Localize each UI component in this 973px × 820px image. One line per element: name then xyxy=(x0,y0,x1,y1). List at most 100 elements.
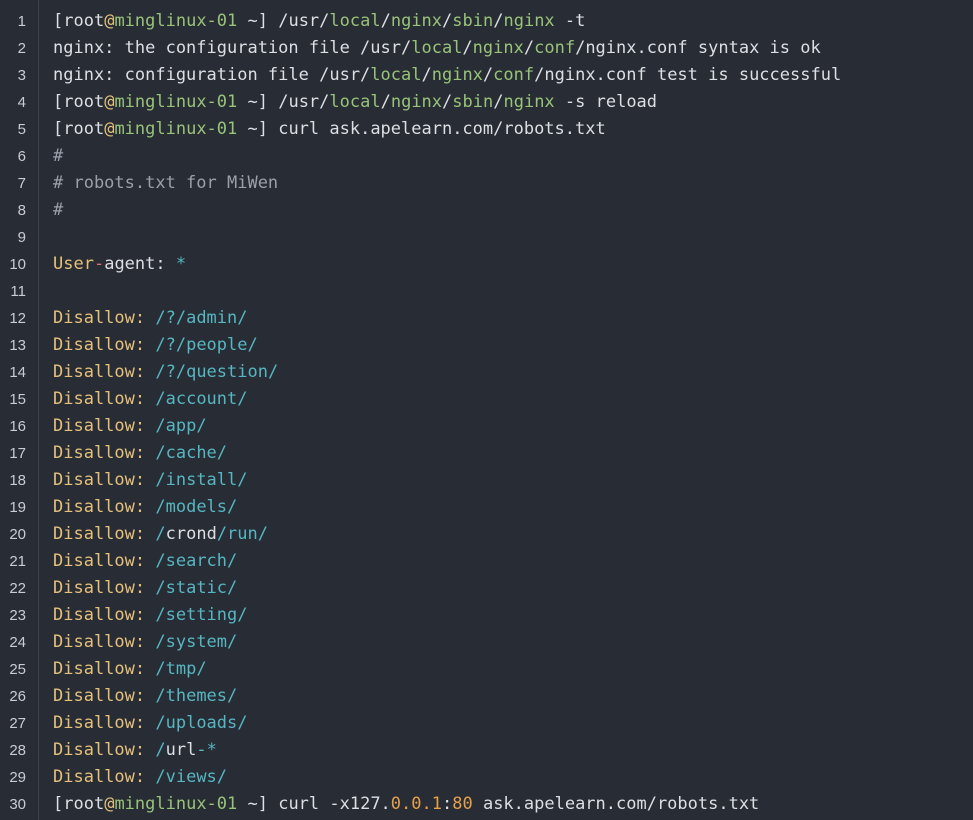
code-token: ~] xyxy=(237,92,279,112)
code-token: /views/ xyxy=(155,767,228,787)
code-token: /run/ xyxy=(216,524,268,544)
code-token: /app/ xyxy=(155,416,207,436)
code-token: Disallow: xyxy=(53,659,146,679)
code-token: url xyxy=(165,740,197,760)
code-token: User xyxy=(53,254,94,274)
code-token: nginx.conf test is successful xyxy=(544,65,842,85)
code-token: @ xyxy=(104,119,115,139)
code-text: Disallow: /cache/ xyxy=(53,440,227,467)
code-token: / xyxy=(523,38,535,58)
code-token: ~] xyxy=(237,11,279,31)
code-token: nginx xyxy=(390,92,443,112)
code-token: /system/ xyxy=(155,632,238,652)
code-token: /setting/ xyxy=(155,605,248,625)
code-text: Disallow: /tmp/ xyxy=(53,656,207,683)
code-token: minglinux-01 xyxy=(114,92,238,112)
line-number: 16 xyxy=(9,418,26,435)
code-token: Disallow: xyxy=(53,416,146,436)
code-editor[interactable]: 1 [root@minglinux-01 ~] /usr/local/nginx/… xyxy=(0,0,973,820)
code-token: [root xyxy=(53,11,105,31)
code-token: /models/ xyxy=(155,497,238,517)
code-token: conf xyxy=(534,38,576,58)
line-number: 17 xyxy=(9,445,26,462)
code-text: Disallow: /themes/ xyxy=(53,683,237,710)
code-token: Disallow: xyxy=(53,443,146,463)
line-number: 4 xyxy=(17,94,26,111)
code-text: Disallow: /?/people/ xyxy=(53,332,258,359)
code-token: ~] curl ask.apelearn.com/robots.txt xyxy=(237,119,606,139)
code-token: Disallow: xyxy=(53,605,146,625)
code-token: Disallow: xyxy=(53,470,146,490)
code-token: Disallow: xyxy=(53,335,146,355)
code-text: [root@minglinux-01 ~] curl ask.apelearn.… xyxy=(53,116,606,143)
code-token: Disallow: xyxy=(53,308,146,328)
code-token: @ xyxy=(104,794,115,814)
code-token: nginx.conf syntax is ok xyxy=(585,38,821,58)
line-number: 25 xyxy=(9,661,26,678)
line-number: 7 xyxy=(17,175,26,192)
line-number: 14 xyxy=(9,364,26,381)
line-number: 6 xyxy=(17,148,26,165)
code-token: Disallow: xyxy=(53,767,146,787)
code-text: User-agent: * xyxy=(53,251,186,278)
line-number: 27 xyxy=(9,715,26,732)
code-token: -s reload xyxy=(554,92,658,112)
code-text: nginx: configuration file /usr/local/ngi… xyxy=(53,62,841,89)
code-text: Disallow: /system/ xyxy=(53,629,237,656)
code-token: / xyxy=(380,92,391,112)
code-token: Disallow: xyxy=(53,389,146,409)
line-number: 22 xyxy=(9,580,26,597)
line-number: 2 xyxy=(17,40,26,57)
code-token: [root xyxy=(53,794,105,814)
code-token: # xyxy=(53,146,64,166)
code-text: nginx: the configuration file /usr/local… xyxy=(53,35,821,62)
code-token: Disallow: xyxy=(53,524,146,544)
code-token: nginx xyxy=(431,65,483,85)
code-token: minglinux-01 xyxy=(114,119,238,139)
code-token: Disallow: xyxy=(53,497,146,517)
code-text: [root@minglinux-01 ~] /usr/local/nginx/s… xyxy=(53,8,585,35)
line-number: 8 xyxy=(17,202,26,219)
code-text: Disallow: /setting/ xyxy=(53,602,248,629)
code-text: Disallow: /crond/run/ xyxy=(53,521,268,548)
line-number: 3 xyxy=(17,67,26,84)
code-token: # xyxy=(53,200,64,220)
line-number: 28 xyxy=(9,742,26,759)
code-token: sbin xyxy=(452,92,494,112)
code-token: @ xyxy=(104,11,115,31)
code-token: conf xyxy=(493,65,535,85)
code-token: / xyxy=(442,11,453,31)
code-token: /usr/ xyxy=(278,92,330,112)
line-number: 1 xyxy=(17,13,26,30)
code-token: # robots.txt for MiWen xyxy=(53,173,279,193)
code-token: /static/ xyxy=(155,578,238,598)
code-token: [root xyxy=(53,92,105,112)
line-number: 21 xyxy=(9,553,26,570)
line-number: 11 xyxy=(10,283,26,300)
line-number: 30 xyxy=(9,796,26,813)
code-token: / xyxy=(155,740,166,760)
code-token: -* xyxy=(196,740,217,760)
line-number: 5 xyxy=(17,121,26,138)
code-token: / xyxy=(493,11,504,31)
code-text: [root@minglinux-01 ~] /usr/local/nginx/s… xyxy=(53,89,657,116)
code-token: Disallow: xyxy=(53,632,146,652)
code-token: /search/ xyxy=(155,551,238,571)
code-token: /usr/ xyxy=(319,65,371,85)
code-token: Disallow: xyxy=(53,362,146,382)
code-token: - xyxy=(93,254,105,274)
code-token: : xyxy=(441,794,453,814)
code-text: # xyxy=(53,143,63,170)
code-token: / xyxy=(462,38,473,58)
code-text: Disallow: /models/ xyxy=(53,494,237,521)
